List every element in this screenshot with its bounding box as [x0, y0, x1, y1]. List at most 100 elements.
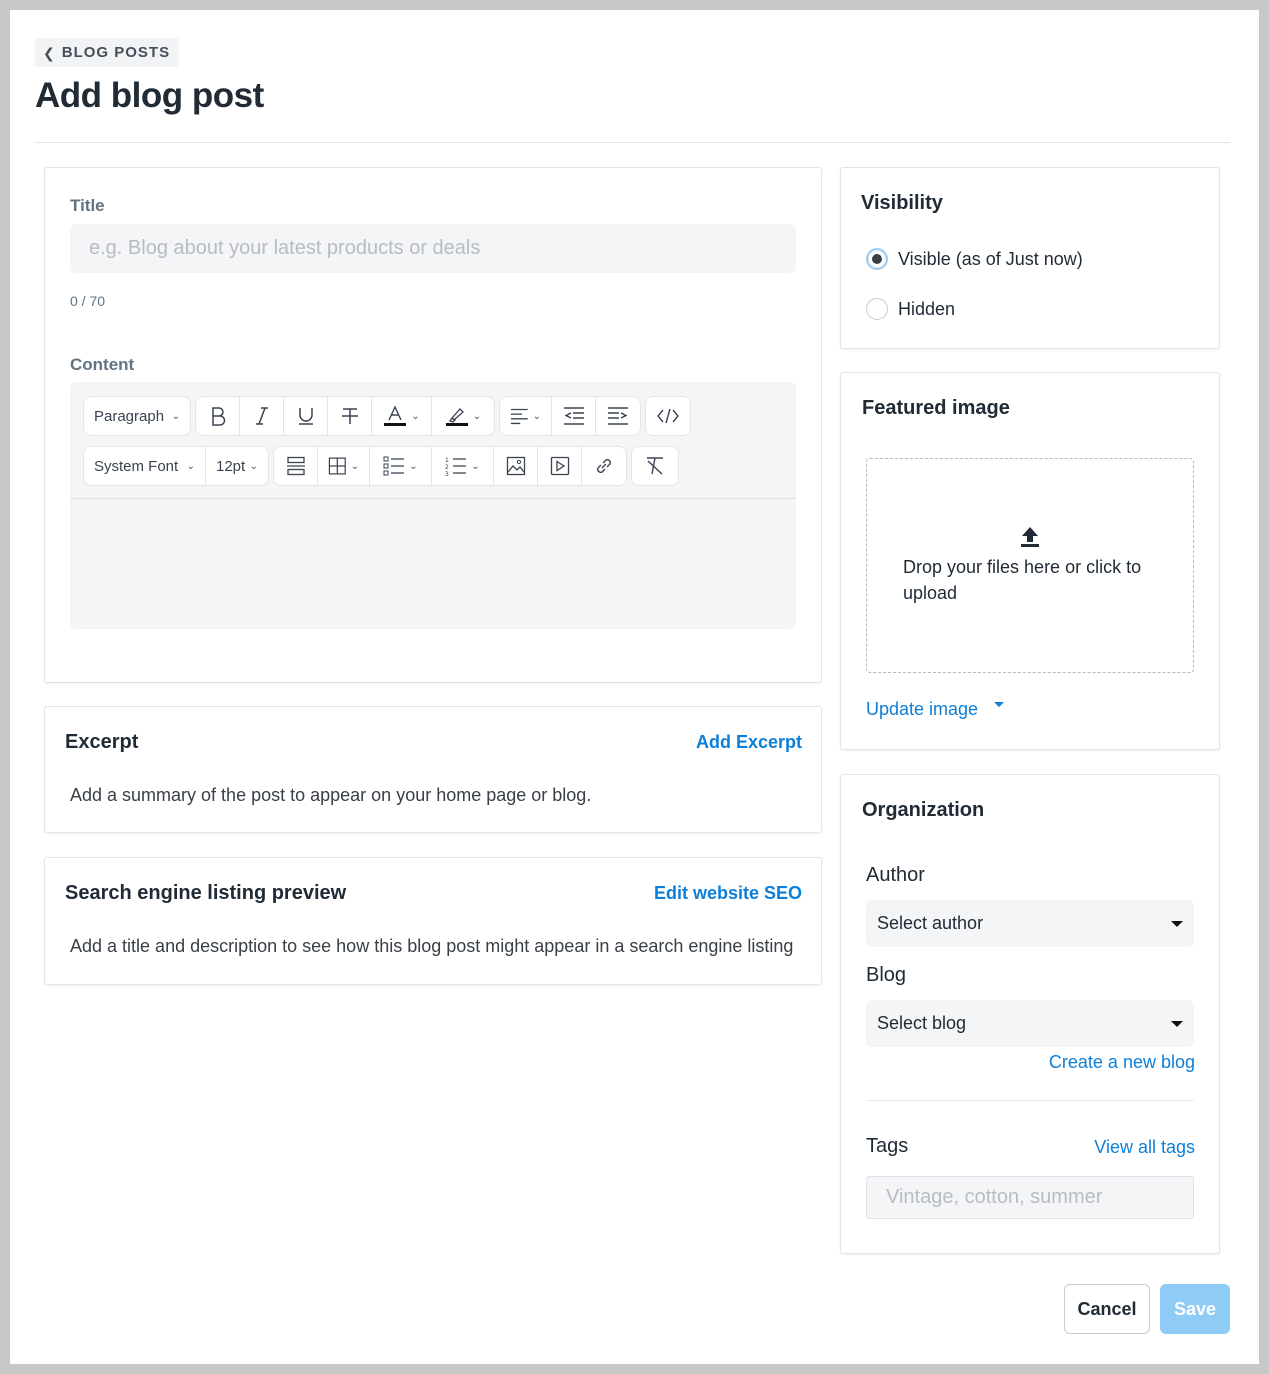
numbered-list-icon: 123 — [445, 457, 467, 476]
excerpt-description: Add a summary of the post to appear on y… — [70, 785, 592, 805]
align-button[interactable]: ⌄ — [500, 397, 552, 435]
text-color-icon — [384, 405, 407, 426]
table-button[interactable]: ⌄ — [318, 447, 370, 485]
chevron-down-icon: ⌄ — [411, 410, 420, 422]
update-image-label: Update image — [866, 699, 979, 719]
font-size-label: 12pt — [216, 457, 246, 475]
visibility-card: Visibility Visible (as of Just now) Hidd… — [840, 167, 1220, 349]
blog-select-value: Select blog — [877, 1013, 967, 1033]
author-select[interactable]: Select author — [866, 900, 1194, 947]
rich-text-editor: Paragraph ⌄ ⌄ ⌄ ⌄ System Font ⌄ 12pt ⌄ ⌄… — [70, 382, 796, 629]
organization-card: Organization Author Select author Blog S… — [840, 774, 1220, 1254]
update-image-dropdown[interactable]: Update image — [866, 699, 1005, 720]
radio-checked-icon[interactable] — [866, 248, 888, 270]
featured-image-card: Featured image Drop your files here or c… — [840, 372, 1220, 750]
blog-select[interactable]: Select blog — [866, 1000, 1194, 1047]
author-label: Author — [866, 864, 925, 886]
back-link-label: BLOG POSTS — [61, 44, 171, 61]
cancel-button[interactable]: Cancel — [1064, 1284, 1150, 1334]
bold-button[interactable] — [196, 397, 240, 435]
italic-button[interactable] — [240, 397, 284, 435]
edit-seo-link[interactable]: Edit website SEO — [654, 883, 802, 904]
insert-link-button[interactable] — [582, 447, 626, 485]
chevron-down-icon: ⌄ — [532, 410, 541, 422]
font-family-select[interactable]: System Font ⌄ — [84, 447, 206, 485]
underline-button[interactable] — [284, 397, 328, 435]
insert-group: ⌄ ⌄ 123 ⌄ — [273, 446, 627, 486]
caret-down-icon — [1171, 1020, 1183, 1027]
clear-formatting-button[interactable] — [632, 447, 678, 485]
caret-down-icon — [1171, 920, 1183, 927]
bullet-list-button[interactable]: ⌄ — [370, 447, 432, 485]
create-new-blog-link[interactable]: Create a new blog — [1049, 1052, 1195, 1073]
insert-image-button[interactable] — [494, 447, 538, 485]
block-format-label: Paragraph — [94, 407, 165, 425]
organization-heading: Organization — [862, 799, 985, 821]
source-group — [645, 396, 691, 436]
source-code-button[interactable] — [646, 397, 690, 435]
alignment-group: ⌄ — [499, 396, 641, 436]
blog-label: Blog — [866, 964, 907, 986]
content-label: Content — [70, 355, 135, 374]
clear-group — [631, 446, 679, 486]
view-all-tags-link[interactable]: View all tags — [1094, 1137, 1195, 1158]
visibility-option-hidden[interactable]: Hidden — [866, 298, 955, 320]
excerpt-card: Excerpt Add Excerpt Add a summary of the… — [44, 706, 822, 833]
insert-video-button[interactable] — [538, 447, 582, 485]
numbered-list-button[interactable]: 123 ⌄ — [432, 447, 494, 485]
title-char-count: 0 / 70 — [70, 293, 106, 309]
chevron-down-icon: ⌄ — [409, 460, 418, 472]
upload-icon — [1021, 527, 1039, 547]
font-size-select[interactable]: 12pt ⌄ — [206, 447, 268, 485]
font-group: System Font ⌄ 12pt ⌄ — [83, 446, 269, 486]
tags-input[interactable] — [866, 1176, 1194, 1219]
highlight-color-button[interactable]: ⌄ — [432, 397, 494, 435]
indent-icon — [608, 407, 628, 425]
highlight-color-icon — [445, 408, 468, 426]
add-excerpt-link[interactable]: Add Excerpt — [696, 732, 802, 753]
insert-image-icon — [506, 456, 525, 476]
seo-description: Add a title and description to see how t… — [70, 936, 794, 956]
title-label: Title — [70, 196, 105, 215]
indent-button[interactable] — [596, 397, 640, 435]
horizontal-rule-button[interactable] — [274, 447, 318, 485]
strikethrough-button[interactable] — [328, 397, 372, 435]
toolbar-row-2: System Font ⌄ 12pt ⌄ ⌄ ⌄ 1 2 3 ⌄ — [83, 446, 679, 486]
visibility-option-visible[interactable]: Visible (as of Just now) — [866, 248, 1083, 270]
chevron-down-icon: ⌄ — [472, 410, 482, 422]
featured-image-heading: Featured image — [862, 397, 1010, 419]
save-button[interactable]: Save — [1160, 1284, 1230, 1334]
tags-label: Tags — [866, 1135, 909, 1157]
chevron-down-icon: ⌄ — [350, 460, 359, 472]
author-select-value: Select author — [877, 913, 984, 933]
editor-body[interactable] — [70, 499, 796, 629]
font-family-label: System Font — [94, 457, 179, 475]
title-input[interactable] — [70, 224, 796, 273]
back-to-blog-posts-link[interactable]: ❮ BLOG POSTS — [35, 38, 180, 67]
insert-video-icon — [550, 456, 569, 476]
image-dropzone[interactable]: Drop your files here or click to upload — [866, 458, 1194, 673]
block-format-select[interactable]: Paragraph ⌄ — [84, 397, 190, 435]
bullet-list-icon — [383, 456, 405, 476]
radio-unchecked-icon[interactable] — [866, 298, 888, 320]
horizontal-rule-icon — [286, 456, 305, 476]
table-icon — [328, 457, 346, 475]
svg-text:2: 2 — [445, 464, 449, 471]
page-title: Add blog post — [35, 76, 264, 115]
visibility-option-label: Visible (as of Just now) — [898, 248, 1083, 269]
organization-divider — [866, 1100, 1194, 1101]
chevron-down-icon: ⌄ — [186, 460, 195, 472]
clear-formatting-icon — [647, 457, 663, 475]
block-format-group: Paragraph ⌄ — [83, 396, 191, 436]
content-card: Title 0 / 70 Content Paragraph ⌄ — [44, 167, 822, 683]
visibility-option-label: Hidden — [898, 298, 956, 319]
svg-text:1: 1 — [445, 457, 449, 464]
italic-icon — [255, 407, 268, 425]
chevron-down-icon: ⌄ — [249, 460, 258, 472]
visibility-heading: Visibility — [861, 192, 943, 214]
chevron-down-icon: ⌄ — [171, 410, 180, 422]
caret-down-icon — [994, 702, 1005, 707]
text-color-button[interactable]: ⌄ — [372, 397, 432, 435]
outdent-button[interactable] — [552, 397, 596, 435]
text-style-group: ⌄ ⌄ — [195, 396, 495, 436]
